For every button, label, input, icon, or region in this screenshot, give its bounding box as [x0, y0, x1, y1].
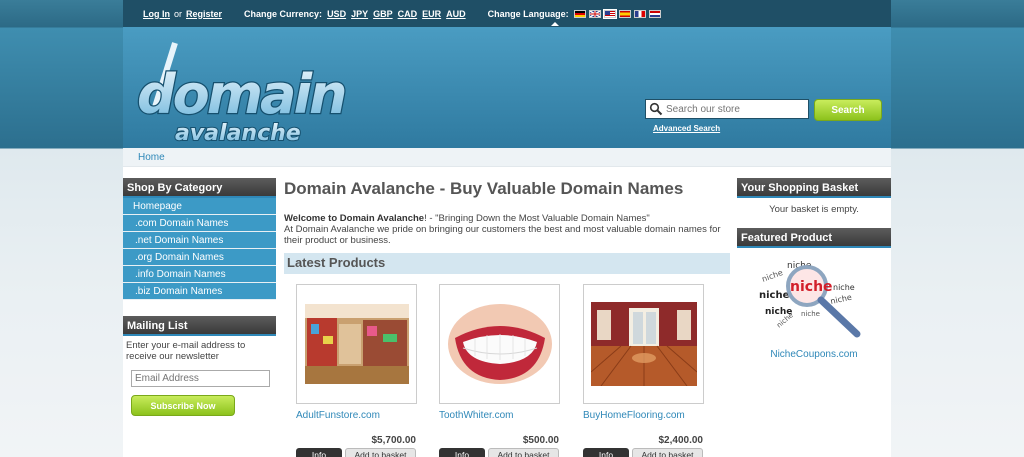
product-image-link[interactable] — [583, 284, 704, 404]
breadcrumb-home[interactable]: Home — [138, 152, 165, 163]
search-input[interactable] — [666, 103, 806, 115]
french-flag-icon[interactable] — [633, 9, 646, 18]
login-link[interactable]: Log In — [143, 9, 170, 19]
category-heading: Shop By Category — [123, 178, 276, 198]
basket-heading: Your Shopping Basket — [737, 178, 891, 198]
featured-product-box: Featured Product niche niche niche niche… — [737, 228, 891, 360]
currency-usd[interactable]: USD — [327, 9, 346, 19]
add-to-basket-button[interactable]: Add to basket — [488, 448, 559, 457]
register-link[interactable]: Register — [186, 9, 222, 19]
right-column: Your Shopping Basket Your basket is empt… — [737, 178, 891, 360]
logo-word-avalanche: avalanche — [175, 121, 301, 146]
smile-image — [446, 292, 553, 396]
category-item-org[interactable]: .org Domain Names — [123, 249, 276, 266]
product-buttons: Info Add to basket — [296, 448, 417, 457]
breadcrumb: Home — [123, 148, 891, 167]
product-price: $500.00 — [522, 435, 559, 446]
product-card: AdultFunstore.com $5,700.00 Info Add to … — [296, 284, 417, 457]
info-button[interactable]: Info — [439, 448, 485, 457]
currency-aud[interactable]: AUD — [446, 9, 466, 19]
product-buttons: Info Add to basket — [583, 448, 704, 457]
category-item-net[interactable]: .net Domain Names — [123, 232, 276, 249]
german-flag-icon[interactable] — [573, 9, 586, 18]
main-column: Domain Avalanche - Buy Valuable Domain N… — [284, 178, 730, 457]
svg-text:niche: niche — [830, 293, 853, 306]
search-icon — [649, 102, 663, 116]
spanish-flag-icon[interactable] — [618, 9, 631, 18]
currency-cad[interactable]: CAD — [398, 9, 418, 19]
welcome-description: At Domain Avalanche we pride on bringing… — [284, 224, 721, 246]
category-item-homepage[interactable]: Homepage — [123, 198, 276, 215]
or-text: or — [174, 8, 183, 19]
language-label: Change Language: — [487, 8, 569, 19]
featured-product-image[interactable]: niche niche niche niche niche niche nich… — [757, 254, 891, 347]
welcome-tagline: ! - "Bringing Down the Most Valuable Dom… — [424, 213, 650, 224]
product-price: $2,400.00 — [658, 435, 704, 446]
currency-gbp[interactable]: GBP — [373, 9, 393, 19]
category-item-biz[interactable]: .biz Domain Names — [123, 283, 276, 300]
currency-eur[interactable]: EUR — [422, 9, 441, 19]
currency-label: Change Currency: — [244, 8, 323, 19]
product-name-link[interactable]: AdultFunstore.com — [296, 410, 417, 421]
advanced-search-link[interactable]: Advanced Search — [653, 124, 720, 133]
niche-magnifier-image: niche niche niche niche niche niche nich… — [759, 261, 861, 338]
svg-text:niche: niche — [801, 310, 820, 318]
product-card: BuyHomeFlooring.com $2,400.00 Info Add t… — [583, 284, 704, 457]
page-content: Home Shop By Category Homepage .com Doma… — [123, 148, 891, 457]
svg-text:niche: niche — [759, 290, 790, 301]
product-name-link[interactable]: ToothWhiter.com — [439, 410, 560, 421]
product-image-link[interactable] — [296, 284, 417, 404]
site-logo[interactable]: domain avalanche — [135, 35, 360, 150]
featured-product-link[interactable]: NicheCoupons.com — [737, 349, 891, 360]
currency-jpy[interactable]: JPY — [351, 9, 368, 19]
product-grid: AdultFunstore.com $5,700.00 Info Add to … — [284, 274, 730, 457]
basket-empty-text: Your basket is empty. — [769, 204, 859, 215]
site-header: domain avalanche Search Advanced Search — [123, 27, 891, 148]
svg-text:niche: niche — [790, 279, 833, 295]
active-language-marker — [551, 22, 559, 26]
subscribe-button[interactable]: Subscribe Now — [131, 395, 235, 416]
category-item-info[interactable]: .info Domain Names — [123, 266, 276, 283]
mailing-list-box: Mailing List Enter your e-mail address t… — [123, 316, 276, 416]
welcome-text: Welcome to Domain Avalanche! - "Bringing… — [284, 213, 730, 246]
add-to-basket-button[interactable]: Add to basket — [345, 448, 416, 457]
latest-products-heading: Latest Products — [284, 253, 730, 274]
add-to-basket-button[interactable]: Add to basket — [632, 448, 703, 457]
dutch-flag-icon[interactable] — [648, 9, 661, 18]
page-title: Domain Avalanche - Buy Valuable Domain N… — [284, 179, 684, 198]
logo-word-domain: domain — [137, 63, 345, 126]
search-button[interactable]: Search — [814, 99, 882, 121]
left-column: Shop By Category Homepage .com Domain Na… — [123, 178, 276, 416]
mailing-text: Enter your e-mail address to receive our… — [126, 340, 246, 362]
product-image-link[interactable] — [439, 284, 560, 404]
category-list: Homepage .com Domain Names .net Domain N… — [123, 198, 276, 300]
currency-group: Change Currency: USD JPY GBP CAD EUR AUD — [244, 9, 466, 19]
mailing-heading: Mailing List — [123, 316, 276, 336]
info-button[interactable]: Info — [296, 448, 342, 457]
svg-text:niche: niche — [833, 283, 855, 292]
product-name-link[interactable]: BuyHomeFlooring.com — [583, 410, 704, 421]
product-price: $5,700.00 — [371, 435, 417, 446]
info-button[interactable]: Info — [583, 448, 629, 457]
language-group: Change Language: — [487, 8, 661, 19]
welcome-bold: Welcome to Domain Avalanche — [284, 213, 425, 224]
us-flag-icon[interactable] — [602, 8, 617, 19]
svg-text:niche: niche — [761, 268, 785, 284]
search-box — [645, 99, 809, 119]
featured-heading: Featured Product — [737, 228, 891, 248]
store-interior-image — [304, 304, 409, 384]
email-field[interactable] — [131, 370, 270, 387]
uk-flag-icon[interactable] — [588, 9, 601, 18]
hardwood-floor-image — [590, 302, 697, 386]
category-item-com[interactable]: .com Domain Names — [123, 215, 276, 232]
top-bar: Log In or Register Change Currency: USD … — [123, 0, 891, 27]
product-buttons: Info Add to basket — [439, 448, 560, 457]
product-card: ToothWhiter.com $500.00 Info Add to bask… — [439, 284, 560, 457]
